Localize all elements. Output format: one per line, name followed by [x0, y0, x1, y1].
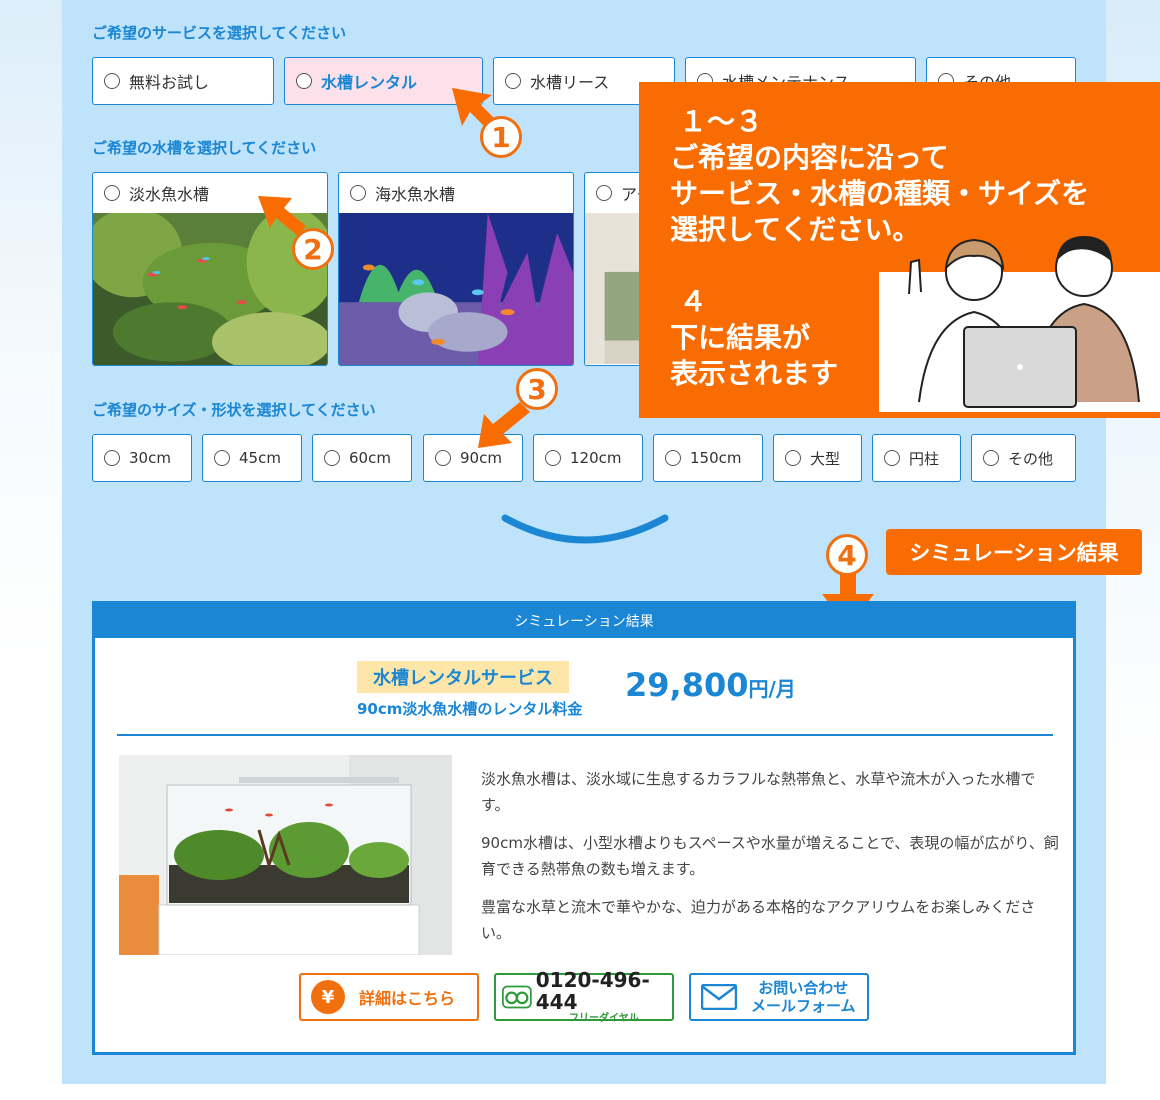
step-marker-3: 3 [516, 368, 558, 410]
phone-number: 0120-496-444 [535, 968, 650, 1014]
aquarium-photo [119, 755, 452, 955]
phone-button[interactable]: 0120-496-444 フリーダイヤル [494, 969, 674, 1024]
mail-form-button[interactable]: お問い合わせ メールフォーム [689, 973, 869, 1021]
freedial-icon [502, 985, 532, 1009]
description-paragraph: 淡水魚水槽は、淡水域に生息するカラフルな熱帯魚と、水草や流木が入った水槽です。 [481, 770, 1036, 814]
callout-line: 下に結果が [670, 321, 811, 354]
detail-button-label: 詳細はこちら [359, 989, 456, 1008]
price-unit: 円/月 [748, 677, 796, 701]
callout-line: ４ [679, 285, 708, 318]
instruction-callout: １～３ ご希望の内容に沿って サービス・水槽の種類・サイズを 選択してください。… [639, 82, 1160, 418]
callout-line: ご希望の内容に沿って [670, 141, 949, 174]
divider [117, 734, 1053, 736]
mail-icon [701, 984, 737, 1010]
mail-button-line1: お問い合わせ [758, 979, 849, 997]
callout-line: １～３ [679, 105, 764, 138]
callout-line: サービス・水槽の種類・サイズを [670, 177, 1090, 210]
price: 29,800円/月 [625, 666, 796, 704]
step-marker-2: 2 [292, 228, 334, 270]
description-paragraph: 豊富な水草と流木で華やかな、迫力がある本格的なアクアリウムをお楽しみください。 [481, 898, 1036, 942]
mail-button-line2: メールフォーム [751, 997, 856, 1015]
phone-subtitle: フリーダイヤル [569, 1013, 639, 1024]
step-marker-1: 1 [480, 116, 522, 158]
step-marker-4: 4 [826, 534, 868, 576]
people-illustration [879, 236, 1160, 412]
arrow-icon [478, 402, 530, 448]
price-value: 29,800 [625, 666, 749, 704]
description: 淡水魚水槽は、淡水域に生息するカラフルな熱帯魚と、水草や流木が入った水槽です。 … [481, 766, 1059, 958]
service-subtitle: 90cm淡水魚水槽のレンタル料金 [357, 700, 583, 718]
result-tag: シミュレーション結果 [886, 529, 1142, 575]
detail-button[interactable]: ¥ 詳細はこちら [299, 973, 479, 1021]
arrow-icon [258, 196, 306, 236]
service-badge: 水槽レンタルサービス [357, 661, 569, 693]
description-paragraph: 90cm水槽は、小型水槽よりもスペースや水量が増えることで、表現の幅が広がり、飼… [481, 834, 1059, 878]
result-header: シミュレーション結果 [95, 604, 1073, 638]
callout-line: 表示されます [670, 357, 839, 390]
yen-icon: ¥ [311, 980, 345, 1014]
